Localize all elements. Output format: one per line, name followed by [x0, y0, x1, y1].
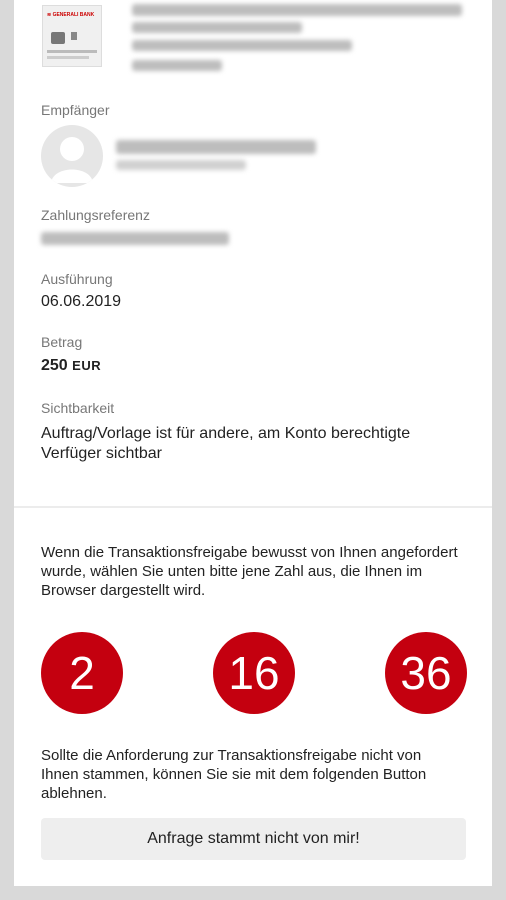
number-option-2[interactable]: 16: [213, 632, 295, 714]
reject-request-button[interactable]: Anfrage stammt nicht von mir!: [41, 818, 466, 860]
transaction-card: ≋ GENERALI BANK Empfänger Zahlungsrefere…: [14, 0, 492, 886]
confirmation-instruction: Wenn die Transaktionsfreigabe bewusst vo…: [41, 544, 458, 599]
visibility-label: Sichtbarkeit: [41, 400, 115, 416]
divider: [14, 506, 492, 508]
redacted-account-line: [132, 22, 302, 33]
redacted-recipient-name: [116, 140, 316, 154]
amount-currency: EUR: [72, 358, 102, 373]
redacted-account-line: [132, 40, 352, 51]
execution-date: 06.06.2019: [41, 293, 122, 310]
recipient-label: Empfänger: [41, 102, 110, 118]
visibility-text: Auftrag/Vorlage ist für andere, am Konto…: [41, 425, 411, 462]
redacted-account-line: [132, 60, 222, 71]
redacted-recipient-iban: [116, 160, 246, 170]
sender-account-row: ≋ GENERALI BANK: [40, 0, 480, 80]
number-option-3[interactable]: 36: [385, 632, 467, 714]
redacted-account-line: [132, 4, 462, 16]
amount-label: Betrag: [41, 334, 83, 350]
amount-number: 250: [41, 357, 68, 374]
execution-label: Ausführung: [41, 271, 113, 287]
person-placeholder-icon: [41, 125, 103, 187]
reference-label: Zahlungsreferenz: [41, 207, 150, 223]
bank-logo-text: ≋ GENERALI BANK: [47, 12, 95, 18]
reject-info: Sollte die Anforderung zur Transaktionsf…: [41, 747, 427, 802]
bank-card-icon: ≋ GENERALI BANK: [42, 5, 102, 67]
redacted-reference: [41, 232, 229, 245]
amount-value: 250 EUR: [41, 357, 101, 375]
number-option-1[interactable]: 2: [41, 632, 123, 714]
